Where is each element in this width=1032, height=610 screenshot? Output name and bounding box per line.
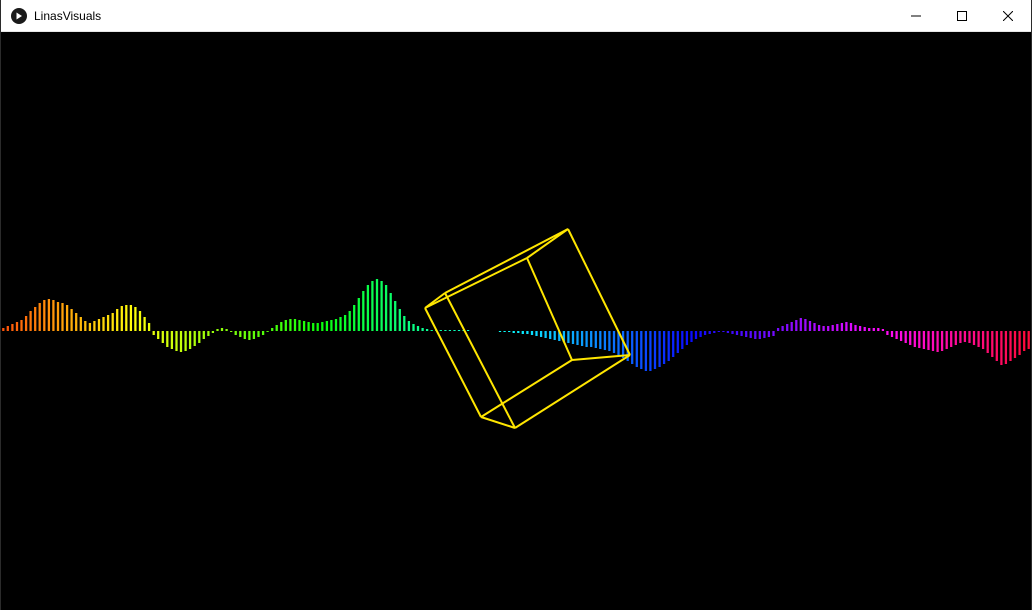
minimize-button[interactable] <box>893 0 939 32</box>
cube-edge <box>571 354 631 361</box>
close-button[interactable] <box>985 0 1031 32</box>
visualizer-canvas <box>1 32 1031 610</box>
window-title: LinasVisuals <box>34 8 102 23</box>
close-icon <box>1003 11 1013 21</box>
cube-edge <box>424 257 528 309</box>
cube-edge <box>444 228 569 294</box>
cube-edge <box>424 307 482 418</box>
cube-edge <box>514 354 631 429</box>
window-controls <box>893 0 1031 32</box>
play-icon <box>11 7 27 24</box>
cube-edge <box>526 228 569 259</box>
cube-edge <box>444 292 516 429</box>
maximize-button[interactable] <box>939 0 985 32</box>
waveform-bars <box>2 279 1030 371</box>
maximize-icon <box>957 11 967 21</box>
app-window: LinasVisuals <box>0 0 1032 610</box>
cube-edge <box>526 257 573 361</box>
title-bar[interactable]: LinasVisuals <box>1 0 1031 32</box>
wireframe-cube <box>424 228 631 429</box>
audio-visualizer <box>2 228 1030 429</box>
minimize-icon <box>911 15 921 17</box>
